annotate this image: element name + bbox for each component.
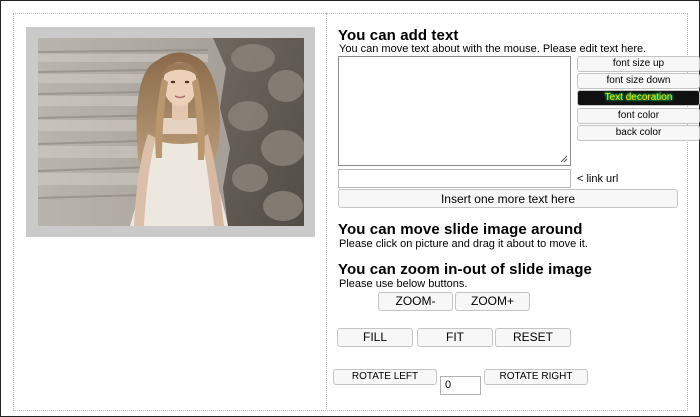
bottom-border bbox=[13, 410, 686, 411]
font-size-down-button[interactable]: font size down bbox=[577, 73, 700, 89]
resize-grip-icon[interactable] bbox=[560, 155, 568, 163]
rotate-left-button[interactable]: ROTATE LEFT bbox=[333, 369, 437, 385]
reset-button[interactable]: RESET bbox=[495, 328, 571, 347]
slide-image-holder bbox=[26, 27, 315, 237]
panel-divider bbox=[326, 13, 327, 409]
slide-photo-graphic bbox=[38, 38, 304, 226]
rotate-angle-value: 0 bbox=[445, 379, 452, 391]
link-url-input[interactable] bbox=[338, 169, 571, 188]
zoom-in-button[interactable]: ZOOM+ bbox=[455, 292, 530, 311]
slide-image[interactable] bbox=[38, 38, 304, 226]
move-image-instruction: Please click on picture and drag it abou… bbox=[339, 238, 588, 250]
text-editor-textarea[interactable] bbox=[338, 56, 571, 166]
add-text-title: You can add text bbox=[338, 27, 459, 44]
rotate-angle-input[interactable]: 0 bbox=[440, 376, 481, 395]
fill-button[interactable]: FILL bbox=[337, 328, 413, 347]
font-size-up-button[interactable]: font size up bbox=[577, 56, 700, 72]
fit-button[interactable]: FIT bbox=[417, 328, 493, 347]
move-image-title: You can move slide image around bbox=[338, 221, 583, 238]
zoom-image-title: You can zoom in-out of slide image bbox=[338, 261, 592, 278]
add-text-instruction: You can move text about with the mouse. … bbox=[339, 43, 647, 55]
back-color-button[interactable]: back color bbox=[577, 125, 700, 141]
font-color-button[interactable]: font color bbox=[577, 108, 700, 124]
zoom-image-instruction: Please use below buttons. bbox=[339, 278, 468, 290]
rotate-right-button[interactable]: ROTATE RIGHT bbox=[484, 369, 588, 385]
zoom-out-button[interactable]: ZOOM- bbox=[378, 292, 453, 311]
text-decoration-button[interactable]: Text decoration bbox=[577, 90, 700, 106]
insert-text-button[interactable]: Insert one more text here bbox=[338, 189, 678, 208]
link-url-label: < link url bbox=[577, 173, 619, 185]
